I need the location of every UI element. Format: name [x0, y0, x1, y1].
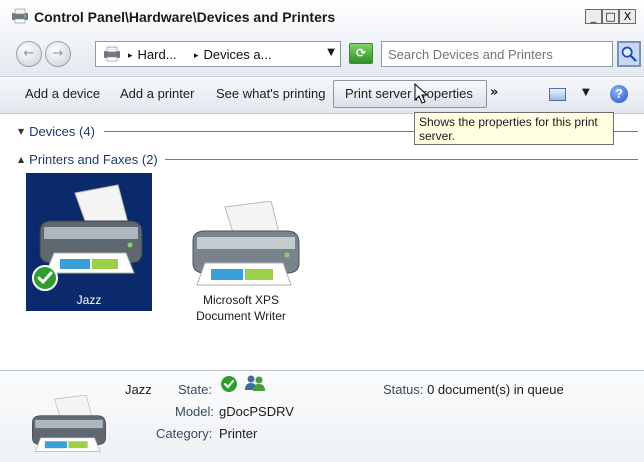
address-bar: ← → ▸ Hard... ▸ Devices a... ▼ ⟳ — [0, 34, 644, 77]
minimize-button[interactable]: _ — [585, 9, 602, 24]
category-label: Category: — [156, 426, 213, 441]
group-label: Devices (4) — [29, 124, 95, 139]
chevron-down-icon[interactable]: ▼ — [582, 87, 590, 98]
search-field[interactable] — [381, 41, 613, 67]
details-pane: Jazz State: Status: 0 document(s) in que… — [0, 370, 644, 462]
expand-arrow-icon: ▲ — [18, 155, 25, 164]
chevron-right-icon: ▸ — [128, 51, 133, 61]
group-header-printers[interactable]: ▲ Printers and Faxes (2) — [18, 152, 158, 167]
breadcrumb[interactable]: ▸ Hard... ▸ Devices a... ▼ — [95, 41, 341, 67]
device-list: ▼ Devices (4) ▲ Printers and Faxes (2) J… — [0, 114, 644, 370]
group-label: Printers and Faxes (2) — [29, 152, 158, 167]
collapse-arrow-icon: ▼ — [18, 127, 25, 136]
status-label: Status: — [383, 382, 424, 397]
devices-printers-icon — [12, 8, 28, 24]
printer-icon — [39, 184, 143, 274]
more-commands-button[interactable]: » — [490, 85, 498, 100]
tooltip: Shows the properties for this print serv… — [414, 112, 614, 145]
view-options-icon[interactable] — [549, 88, 566, 101]
mouse-cursor-icon — [414, 83, 428, 104]
default-checkmark-icon — [32, 265, 58, 291]
title-bar[interactable]: Control Panel\Hardware\Devices and Print… — [0, 0, 644, 34]
group-header-devices[interactable]: ▼ Devices (4) — [18, 124, 95, 139]
printer-icon — [32, 395, 106, 452]
breadcrumb-item-hardware[interactable]: ▸ Hard... — [128, 47, 177, 62]
printer-name: Jazz — [76, 293, 102, 307]
status-value: 0 document(s) in queue — [427, 382, 564, 397]
chevron-right-icon: ▸ — [194, 51, 199, 61]
printer-item[interactable]: Jazz — [26, 173, 152, 311]
printer-icon — [192, 201, 300, 286]
window-title: Control Panel\Hardware\Devices and Print… — [34, 9, 336, 25]
back-button[interactable]: ← — [16, 41, 42, 67]
device-name: Jazz — [125, 382, 152, 397]
maximize-button[interactable]: □ — [602, 9, 619, 24]
shared-users-icon — [245, 375, 265, 391]
add-printer-button[interactable]: Add a printer — [120, 86, 194, 101]
window-controls: _ □ X — [585, 9, 636, 24]
group-divider — [165, 159, 638, 160]
forward-button[interactable]: → — [45, 41, 71, 67]
breadcrumb-item-devices[interactable]: ▸ Devices a... — [194, 47, 271, 62]
help-icon[interactable]: ? — [610, 85, 628, 103]
breadcrumb-label: Devices a... — [203, 47, 272, 62]
default-checkmark-icon — [221, 376, 237, 392]
model-label: Model: — [175, 404, 215, 419]
state-label: State: — [178, 382, 212, 397]
explorer-window: Control Panel\Hardware\Devices and Print… — [0, 0, 644, 462]
printer-item[interactable]: Microsoft XPS Document Writer — [183, 173, 309, 323]
command-bar: Add a device Add a printer See what's pr… — [0, 77, 644, 114]
chevron-down-icon[interactable]: ▼ — [327, 47, 335, 58]
status-text: Status: 0 document(s) in queue — [383, 382, 564, 397]
refresh-icon[interactable]: ⟳ — [349, 43, 373, 64]
add-device-button[interactable]: Add a device — [25, 86, 100, 101]
close-button[interactable]: X — [619, 9, 636, 24]
printer-name: Microsoft XPS Document Writer — [196, 293, 286, 323]
devices-printers-icon — [104, 46, 120, 62]
breadcrumb-label: Hard... — [137, 47, 177, 62]
see-whats-printing-button[interactable]: See what's printing — [216, 86, 325, 101]
search-input[interactable] — [388, 43, 608, 65]
model-value: gDocPSDRV — [219, 404, 294, 419]
category-value: Printer — [219, 426, 258, 441]
search-icon[interactable] — [617, 41, 641, 67]
print-server-properties-button[interactable]: Print server properties — [345, 86, 473, 101]
